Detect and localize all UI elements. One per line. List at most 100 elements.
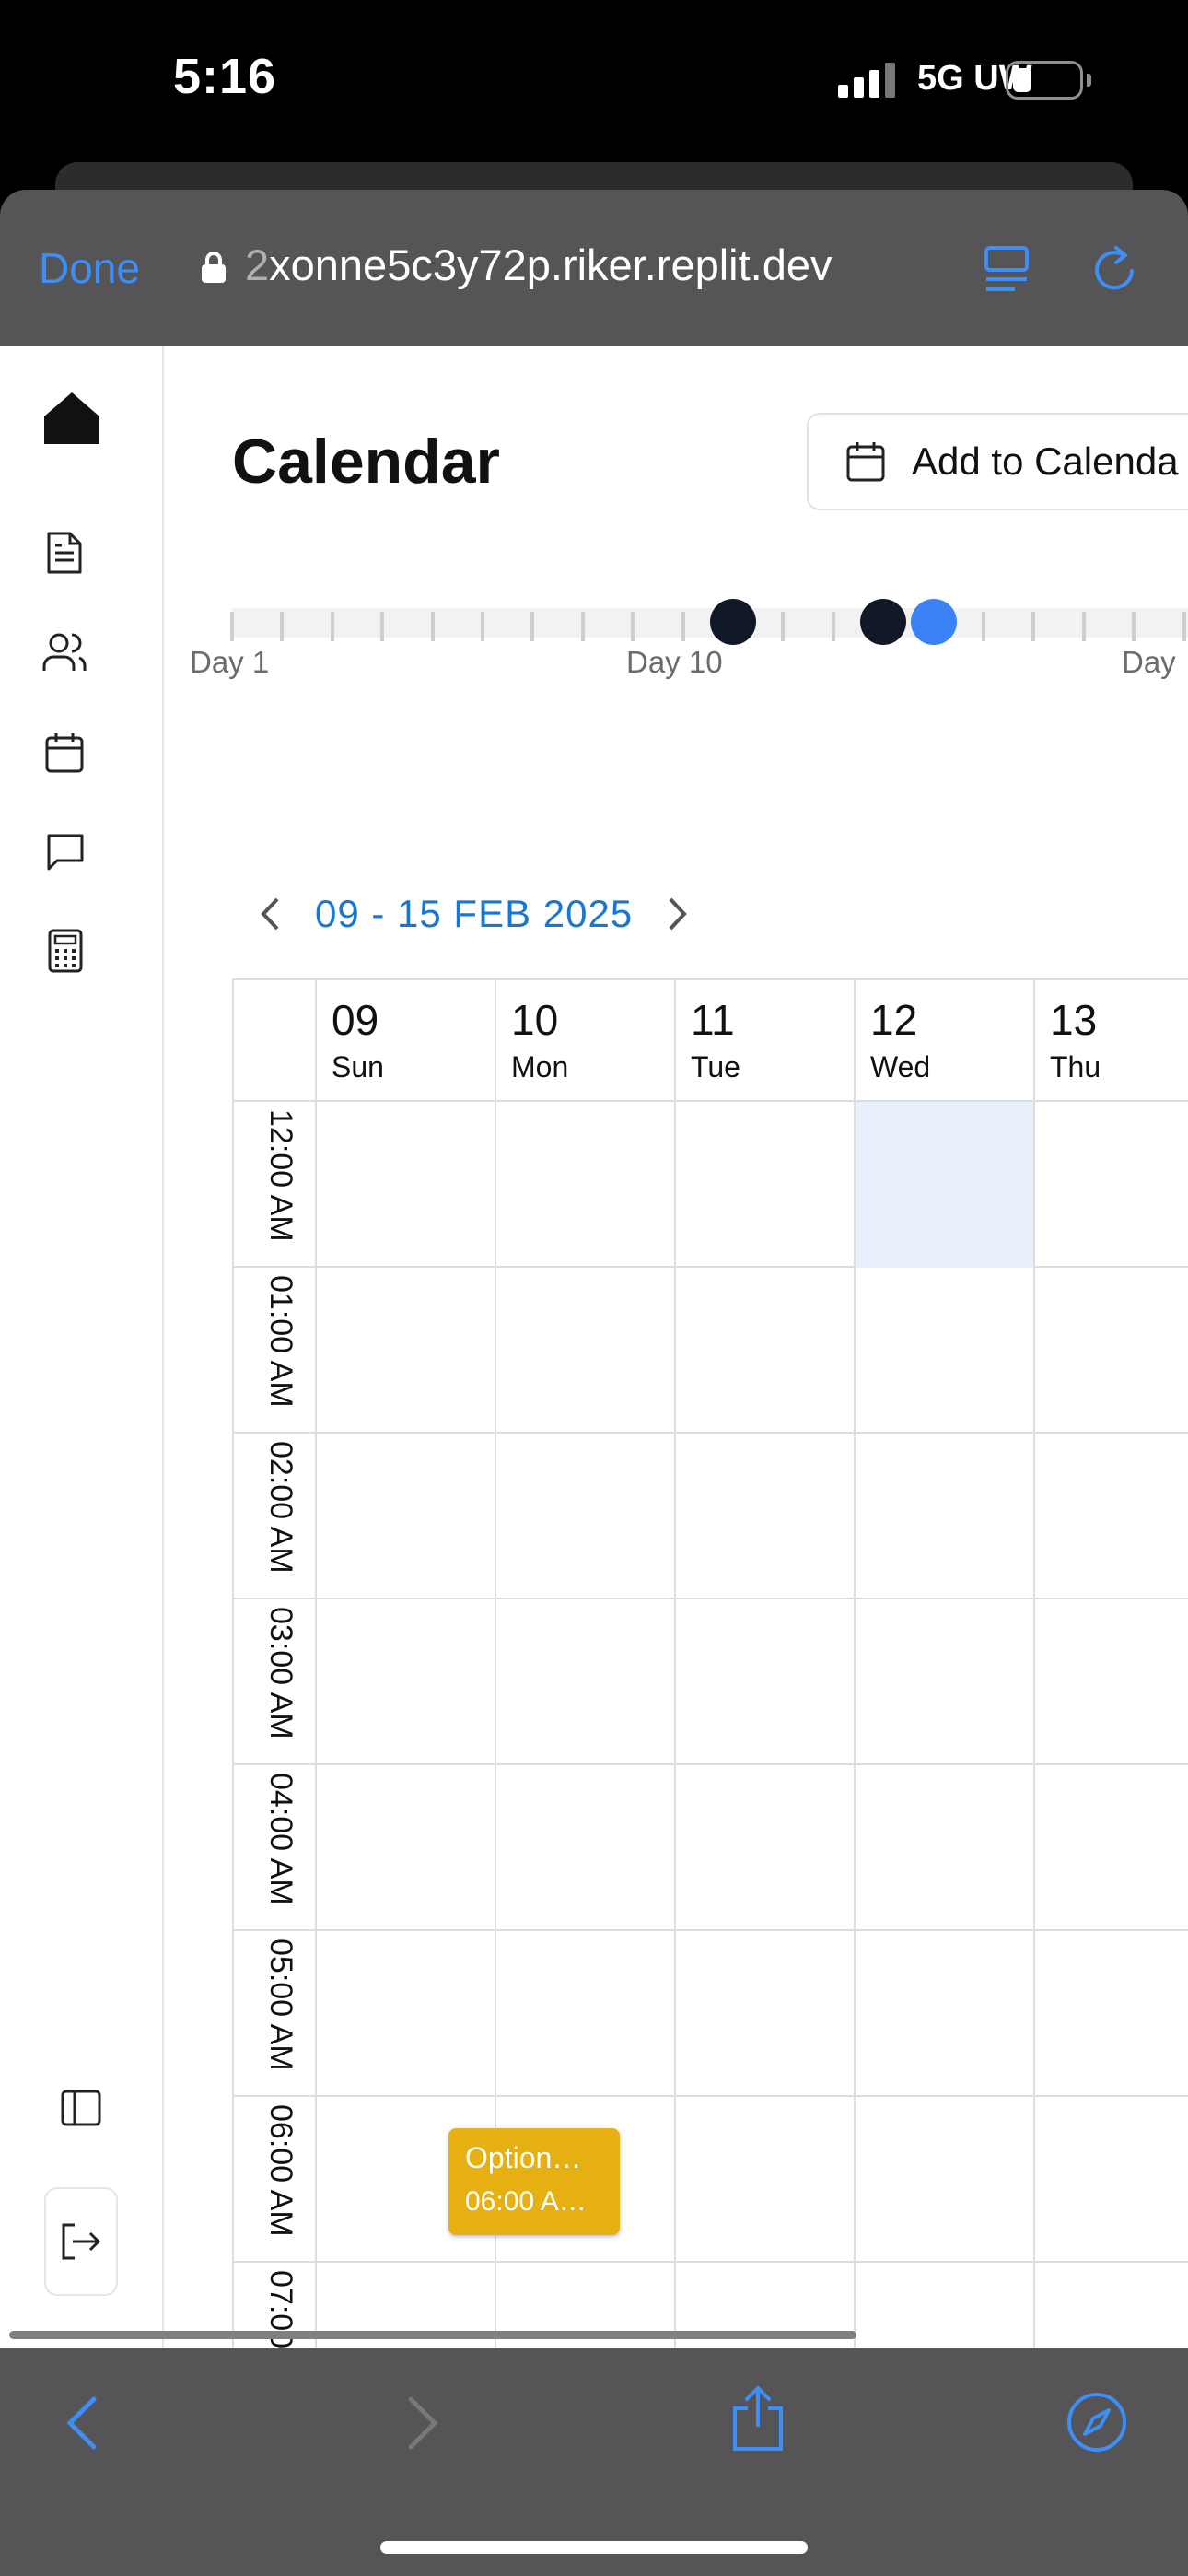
time-row: 03:00 AM (232, 1599, 1188, 1765)
day-timeline[interactable] (230, 590, 1188, 645)
add-to-calendar-label: Add to Calenda (912, 439, 1179, 483)
browser-bottom-toolbar (0, 2348, 1188, 2576)
time-slot-cell[interactable] (854, 1765, 1033, 1931)
time-slot-cell[interactable] (1033, 2263, 1188, 2348)
timeline-tick (681, 612, 685, 641)
time-slot-cell[interactable] (495, 1434, 674, 1599)
time-label-text: 03:00 AM (263, 1607, 298, 1739)
time-label: 01:00 AM (232, 1268, 315, 1434)
day-header[interactable]: 13 Thu (1033, 978, 1188, 1102)
add-to-calendar-button[interactable]: Add to Calenda (807, 413, 1188, 510)
forward-icon[interactable] (407, 2395, 440, 2451)
status-time: 5:16 (173, 49, 277, 104)
home-icon[interactable] (42, 391, 101, 446)
time-slot-cell[interactable] (315, 1931, 495, 2097)
time-slot-cell[interactable] (1033, 1268, 1188, 1434)
calendar-event[interactable]: Option… 06:00 A… (448, 2128, 620, 2235)
time-slot-cell[interactable] (315, 1434, 495, 1599)
timeline-tick (1031, 612, 1036, 641)
reader-icon[interactable] (984, 245, 1030, 293)
time-slot-cell[interactable] (854, 1931, 1033, 2097)
chevron-right-icon (669, 897, 687, 931)
next-week-button[interactable] (662, 893, 693, 935)
time-row: 01:00 AM (232, 1268, 1188, 1434)
calculator-icon[interactable] (48, 929, 83, 973)
time-slot-cell[interactable] (1033, 1765, 1188, 1931)
main-content: Calendar Add to Calenda Day 1 Day 10 Day… (164, 346, 1188, 2348)
day-number: 10 (511, 996, 559, 1044)
time-slot-cell[interactable] (854, 2263, 1033, 2348)
day-header[interactable]: 12 Wed (854, 978, 1033, 1102)
day-header[interactable]: 09 Sun (315, 978, 495, 1102)
time-slot-cell[interactable] (495, 1102, 674, 1268)
time-slot-cell[interactable] (674, 1599, 854, 1765)
time-label: 04:00 AM (232, 1765, 315, 1931)
logout-button[interactable] (44, 2187, 118, 2296)
time-slot-cell[interactable] (674, 1931, 854, 2097)
timeline-marker-day-14[interactable] (860, 599, 907, 645)
time-slot-cell[interactable] (1033, 2097, 1188, 2263)
time-slot-cell[interactable] (854, 1268, 1033, 1434)
time-slot-cell[interactable] (674, 1765, 854, 1931)
timeline-label-mid: Day 10 (626, 645, 723, 679)
time-row: 12:00 AM (232, 1102, 1188, 1268)
prev-week-button[interactable] (254, 893, 285, 935)
time-slot-cell[interactable] (854, 2097, 1033, 2263)
time-label-text: 02:00 AM (263, 1441, 298, 1574)
time-row: 02:00 AM (232, 1434, 1188, 1599)
time-slot-cell[interactable] (315, 1102, 495, 1268)
status-bar: 5:16 5G UW (0, 0, 1188, 164)
day-number: 12 (870, 996, 918, 1044)
time-label-text: 12:00 AM (263, 1109, 298, 1242)
time-slot-cell[interactable] (495, 1931, 674, 2097)
time-label: 06:00 AM (232, 2097, 315, 2263)
timeline-tick (781, 612, 786, 641)
timeline-label-end: Day (1122, 645, 1176, 679)
horizontal-scrollbar[interactable] (9, 2331, 856, 2339)
time-slot-cell[interactable] (674, 2097, 854, 2263)
day-name: Sun (332, 1050, 384, 1083)
time-label-text: 05:00 AM (263, 1938, 298, 2071)
time-slot-cell[interactable] (1033, 1931, 1188, 2097)
time-slot-cell[interactable] (1033, 1434, 1188, 1599)
time-slot-cell[interactable] (495, 1268, 674, 1434)
users-icon[interactable] (42, 632, 87, 673)
url-field[interactable]: 2xonne5c3y72p.riker.replit.dev (245, 240, 833, 290)
time-slot-cell[interactable] (315, 1599, 495, 1765)
calendar-icon (846, 442, 885, 482)
day-header[interactable]: 10 Mon (495, 978, 674, 1102)
time-slot-cell[interactable] (854, 1599, 1033, 1765)
lock-icon (202, 252, 226, 283)
timeline-tick (481, 612, 484, 641)
timeline-tick (280, 612, 285, 641)
time-slot-cell[interactable] (315, 1268, 495, 1434)
time-slot-cell[interactable] (854, 1102, 1033, 1268)
back-icon[interactable] (64, 2395, 98, 2451)
reload-icon[interactable] (1090, 243, 1140, 295)
time-slot-cell[interactable] (674, 1434, 854, 1599)
timeline-tick (430, 612, 435, 641)
timeline-tick (631, 612, 635, 641)
time-slot-cell[interactable] (495, 1599, 674, 1765)
sidebar-toggle-icon[interactable] (61, 2090, 101, 2126)
timeline-tick (380, 612, 385, 641)
day-name: Tue (691, 1050, 740, 1083)
compass-icon[interactable] (1066, 2392, 1127, 2453)
day-header[interactable]: 11 Tue (674, 978, 854, 1102)
grid-corner (232, 978, 315, 1102)
time-slot-cell[interactable] (1033, 1102, 1188, 1268)
done-button[interactable]: Done (39, 243, 140, 293)
time-slot-cell[interactable] (315, 1765, 495, 1931)
time-slot-cell[interactable] (674, 1268, 854, 1434)
share-icon[interactable] (729, 2384, 786, 2453)
chat-icon[interactable] (46, 833, 85, 872)
time-slot-cell[interactable] (1033, 1599, 1188, 1765)
calendar-icon[interactable] (44, 732, 85, 774)
time-slot-cell[interactable] (854, 1434, 1033, 1599)
document-icon[interactable] (46, 531, 83, 575)
week-range: 09 - 15 FEB 2025 (315, 892, 634, 935)
time-slot-cell[interactable] (495, 1765, 674, 1931)
timeline-marker-day-15[interactable] (910, 599, 957, 645)
time-slot-cell[interactable] (674, 1102, 854, 1268)
timeline-marker-day-11[interactable] (710, 599, 756, 645)
